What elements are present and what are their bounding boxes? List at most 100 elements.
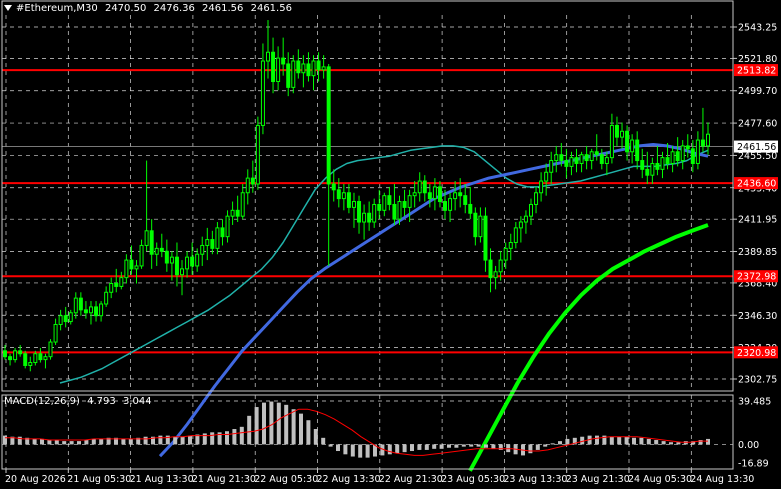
macd-main-value: 4.793 — [87, 396, 116, 407]
level-price-tag-label: 2320.98 — [737, 348, 776, 359]
candle-body — [508, 242, 513, 249]
candle-body — [48, 341, 53, 358]
candle-body — [372, 203, 377, 223]
candle-body — [670, 151, 675, 164]
macd-bar — [439, 444, 444, 449]
candle-body — [114, 282, 119, 287]
macd-bar — [432, 444, 437, 449]
macd-bar — [469, 444, 474, 447]
macd-bar — [239, 426, 244, 445]
candle-body — [488, 259, 493, 279]
time-tick-label: 24 Aug 13:30 — [690, 474, 754, 485]
candle-body — [518, 221, 523, 229]
macd-bar — [506, 444, 511, 453]
macd-bar — [661, 441, 666, 445]
macd-bar — [535, 444, 540, 450]
candle-body — [174, 256, 179, 276]
candle-body — [589, 151, 594, 162]
current-price-tag-label: 2461.56 — [737, 142, 776, 153]
candle-body — [478, 215, 483, 238]
macd-bar — [262, 402, 266, 445]
candle-body — [463, 195, 468, 205]
candle-body — [690, 148, 695, 164]
macd-bar — [121, 438, 126, 445]
macd-bar — [3, 435, 7, 445]
macd-bar — [143, 436, 148, 445]
candle-body — [604, 157, 609, 164]
candle-body — [635, 139, 640, 162]
candle-body — [271, 51, 276, 83]
candle-body — [331, 183, 336, 191]
macd-bar — [32, 438, 37, 445]
macd-bar — [639, 437, 644, 445]
macd-header: MACD(12,26,9) 4.793 3.044 — [4, 396, 156, 407]
time-tick-label: 22 Aug 05:30 — [254, 474, 318, 485]
candle-body — [574, 157, 579, 164]
macd-bar — [69, 441, 74, 445]
candle-body — [311, 60, 316, 77]
candle-body — [225, 215, 230, 238]
candle-body — [493, 271, 498, 279]
macd-subwindow — [3, 401, 710, 458]
candle-body — [706, 133, 710, 147]
macd-bar — [528, 444, 533, 454]
candle-body — [483, 215, 488, 261]
candle-body — [660, 157, 665, 170]
candle-body — [265, 51, 270, 62]
trading-chart[interactable]: 2543.252521.802499.702477.602455.502433.… — [0, 0, 781, 489]
candle-body — [523, 215, 528, 223]
macd-bar — [84, 440, 89, 445]
candle-body — [210, 239, 215, 249]
candle-body — [412, 192, 417, 197]
macd-bar — [173, 436, 178, 445]
candle-body — [129, 259, 134, 270]
time-tick-label: 23 Aug 13:30 — [503, 474, 567, 485]
candle-body — [220, 227, 225, 238]
candle-body — [377, 203, 382, 211]
candle-body — [326, 66, 331, 185]
candle-body — [432, 186, 437, 200]
candle-body — [8, 356, 13, 361]
candle-body — [190, 256, 195, 267]
candle-body — [255, 124, 260, 185]
price-axis[interactable]: 2543.252521.802499.702477.602455.502433.… — [733, 23, 777, 386]
macd-bar — [77, 441, 81, 445]
macd-bar — [158, 435, 163, 445]
macd-tick-label: -16.89 — [738, 459, 769, 470]
candle-body — [316, 60, 321, 71]
macd-bar — [491, 444, 496, 449]
candle-body — [549, 160, 554, 173]
macd-bar — [461, 444, 466, 447]
collapse-triangle-icon[interactable] — [4, 5, 12, 11]
candle-body — [498, 259, 503, 273]
macd-bar — [62, 441, 67, 445]
level-price-tag-label: 2372.98 — [737, 272, 776, 283]
candle-body — [609, 124, 614, 159]
time-tick-label: 22 Aug 13:30 — [317, 474, 381, 485]
time-axis[interactable]: 20 Aug 2026 21 Aug 05:3021 Aug 13:3021 Au… — [5, 469, 754, 485]
macd-bar — [395, 444, 400, 454]
candle-body — [53, 323, 58, 343]
candle-body — [427, 192, 432, 200]
candle-body — [528, 203, 533, 217]
candle-body — [640, 160, 645, 170]
macd-bar — [476, 444, 481, 447]
candle-body — [468, 203, 473, 214]
candle-body — [306, 63, 311, 77]
candle-body — [43, 356, 48, 361]
price-tick-label: 2477.60 — [738, 119, 777, 130]
macd-signal-value: 3.044 — [122, 396, 152, 407]
candle-body — [336, 189, 341, 200]
candle-body — [169, 256, 174, 264]
candle-body — [104, 291, 109, 305]
macd-bar — [617, 436, 622, 445]
macd-bar — [424, 444, 429, 450]
candle-body — [397, 201, 402, 220]
macd-bar — [550, 443, 555, 445]
close-value: 2461.56 — [250, 3, 292, 14]
candle-body — [28, 362, 33, 366]
macd-bar — [47, 440, 52, 445]
candle-body — [180, 268, 185, 276]
candle-body — [301, 63, 306, 74]
candle-body — [73, 297, 78, 314]
